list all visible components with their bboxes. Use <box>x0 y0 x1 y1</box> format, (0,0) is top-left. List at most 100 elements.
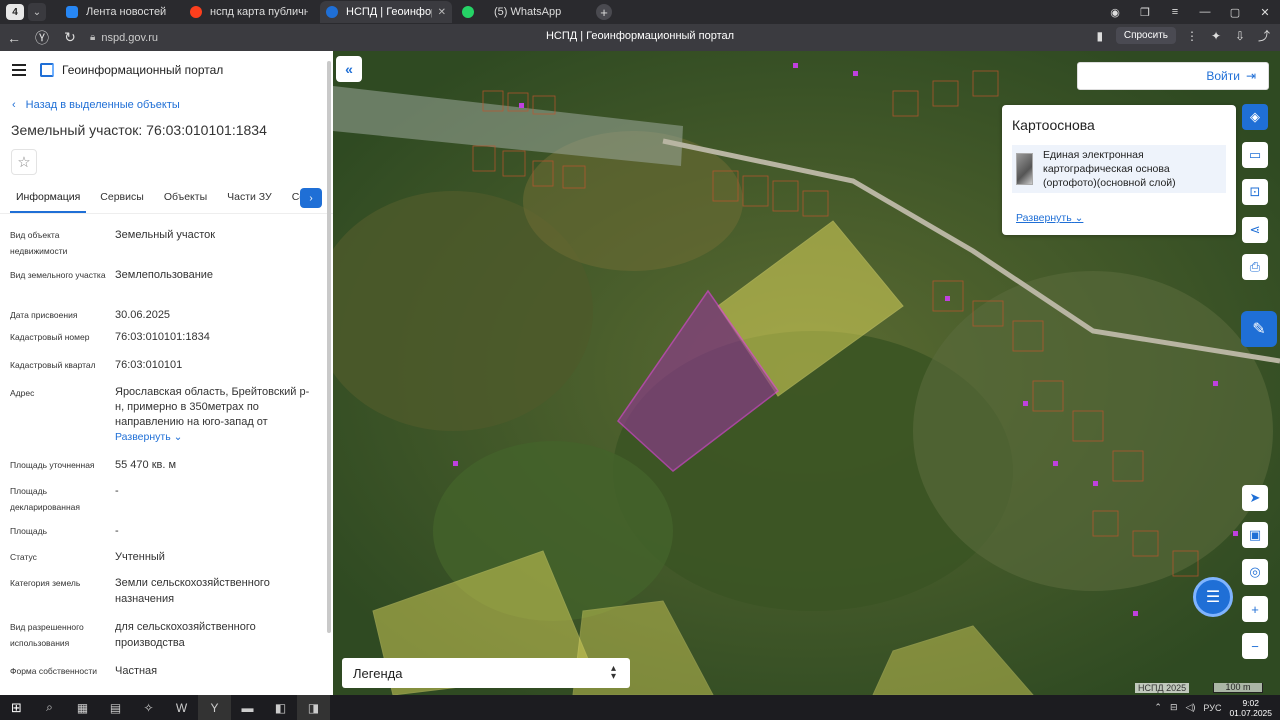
object-info-panel: Геоинформационный портал ‹ Назад в выдел… <box>0 51 333 695</box>
legend-selector[interactable]: Легенда ▴ ▾ <box>342 658 630 688</box>
attr-row: Кадастровый номер 76:03:010101:1834 <box>10 331 210 343</box>
close-tab-icon[interactable]: ✕ <box>438 7 446 18</box>
login-icon: ⇥ <box>1245 69 1256 83</box>
basemap-panel: Картооснова Единая электронная картограф… <box>1002 105 1236 235</box>
tab-count-badge[interactable]: 4 <box>6 4 24 20</box>
app-icon[interactable]: ◨ <box>297 695 330 720</box>
app-icon[interactable]: ✧ <box>132 695 165 720</box>
address-expand-link[interactable]: Развернуть ⌄ <box>115 430 310 445</box>
basemap-title: Картооснова <box>1012 117 1095 133</box>
window-icon[interactable]: ▣ <box>1242 522 1268 548</box>
chevron-down-icon: ⌄ <box>1074 212 1084 224</box>
window-controls: ◉ ❐ ≡ — ▢ ✕ <box>1100 0 1280 24</box>
chevron-down-icon: ⌄ <box>173 431 183 443</box>
menu-icon[interactable]: ≡ <box>1160 6 1190 18</box>
geolocation-icon[interactable]: ◎ <box>1242 559 1268 585</box>
tab-parts[interactable]: Части ЗУ <box>221 186 278 211</box>
chat-button[interactable]: ☰ <box>1193 577 1233 617</box>
back-arrow-icon[interactable]: ← <box>0 30 28 46</box>
feedback-icon[interactable]: ✎ <box>1241 311 1277 347</box>
collections-icon[interactable]: ❐ <box>1130 6 1160 19</box>
language-indicator[interactable]: РУС <box>1203 703 1221 713</box>
attr-row: Площадь декларированная - <box>10 485 119 512</box>
attr-row: Вид земельного участка Землепользование <box>10 269 214 281</box>
panel-scrollbar[interactable] <box>327 61 331 633</box>
folder-icon[interactable]: ▬ <box>231 695 264 720</box>
attr-row: Дата присвоения 30.06.2025 <box>10 309 171 321</box>
favorite-star-icon[interactable]: ☆ <box>11 149 37 175</box>
search-area-icon[interactable]: ⊡ <box>1242 179 1268 205</box>
profile-icon[interactable]: ◉ <box>1100 6 1130 19</box>
browser-tab-whatsapp[interactable]: (5) WhatsApp <box>456 1 586 23</box>
layers-icon[interactable]: ◈ <box>1242 104 1268 130</box>
system-tray: ⌃ ⊟ ◁) РУС 9:02 01.07.2025 <box>1154 695 1272 720</box>
hamburger-menu-icon[interactable] <box>12 64 26 76</box>
nspd-icon <box>326 6 338 18</box>
map-copyright: НСПД 2025 <box>1135 683 1190 693</box>
ruler-icon[interactable]: ▭ <box>1242 142 1268 168</box>
address-bar: ← Ⓨ ↻ 🔒︎ nspd.gov.ru НСПД | Геоинформаци… <box>0 24 1280 51</box>
zoom-out-icon[interactable]: − <box>1242 633 1268 659</box>
locate-icon[interactable]: ➤ <box>1242 485 1268 511</box>
attr-row-address: Адрес Ярославская область, Брейтовский р… <box>10 386 310 445</box>
network-icon[interactable]: ⊟ <box>1170 702 1178 713</box>
tabs-scroll-right-icon[interactable]: › <box>300 188 322 208</box>
chevron-left-icon: ‹ <box>12 99 16 111</box>
yandex-icon <box>190 6 202 18</box>
chevron-down-icon[interactable]: ⌄ <box>28 3 46 21</box>
lock-icon: 🔒︎ <box>90 32 96 43</box>
basemap-thumbnail <box>1016 153 1033 185</box>
zoom-in-icon[interactable]: + <box>1242 596 1268 622</box>
page-title-text: НСПД | Геоинформационный портал <box>545 30 735 42</box>
attr-row: Кадастровый квартал 76:03:010101 <box>10 359 183 371</box>
volume-icon[interactable]: ◁) <box>1186 702 1196 713</box>
tray-chevron-icon[interactable]: ⌃ <box>1154 702 1162 713</box>
browser-tab-nspd[interactable]: НСПД | Геоинформацио ✕ <box>320 1 452 23</box>
reload-icon[interactable]: ↻ <box>56 29 84 46</box>
attr-row: Вид разрешенного использования для сельс… <box>10 621 256 649</box>
extensions-icon[interactable]: ✦ <box>1208 29 1224 43</box>
login-button[interactable]: Войти ⇥ <box>1077 62 1269 90</box>
yandex-browser-icon[interactable]: Y <box>198 695 231 720</box>
browser-tab-yandex[interactable]: нспд карта публичная кад <box>184 1 314 23</box>
attr-row: Вид объекта недвижимости Земельный участ… <box>10 229 216 256</box>
share-icon[interactable]: ⤴ <box>1256 27 1272 44</box>
map-scale: 100 m <box>1213 683 1263 693</box>
attribute-list: Вид объекта недвижимости Земельный участ… <box>0 223 333 685</box>
tab-objects[interactable]: Объекты <box>158 186 213 211</box>
attr-row: Статус Учтенный <box>10 551 165 563</box>
whatsapp-icon <box>462 6 474 18</box>
windows-start-icon[interactable]: ⊞ <box>0 695 33 720</box>
word-icon[interactable]: W <box>165 695 198 720</box>
basemap-layer-item[interactable]: Единая электронная картографическая осно… <box>1012 145 1226 193</box>
info-tabs: Информация Сервисы Объекты Части ЗУ Сост… <box>0 186 333 214</box>
bookmark-icon[interactable]: ▮ <box>1092 29 1108 43</box>
minimize-icon[interactable]: — <box>1190 6 1220 18</box>
close-window-icon[interactable]: ✕ <box>1250 6 1280 19</box>
collapse-panel-button[interactable]: « <box>336 56 362 82</box>
url-text[interactable]: nspd.gov.ru <box>101 32 158 44</box>
maximize-icon[interactable]: ▢ <box>1220 6 1250 19</box>
print-icon[interactable]: ⎙ <box>1242 254 1268 280</box>
share-icon[interactable]: ⋖ <box>1242 217 1268 243</box>
tab-information[interactable]: Информация <box>10 186 87 213</box>
attr-row: Форма собственности Частная <box>10 665 158 677</box>
more-icon[interactable]: ⋮ <box>1184 29 1200 43</box>
tab-services[interactable]: Сервисы <box>94 186 150 211</box>
yandex-home-icon[interactable]: Ⓨ <box>28 28 56 48</box>
search-icon[interactable]: ⌕ <box>33 695 66 720</box>
clock[interactable]: 9:02 01.07.2025 <box>1229 698 1272 718</box>
back-to-selected-link[interactable]: ‹ Назад в выделенные объекты <box>0 99 333 111</box>
attr-row: Площадь уточненная 55 470 кв. м <box>10 459 177 471</box>
basemap-expand-link[interactable]: Развернуть ⌄ <box>1016 212 1083 224</box>
browser-tab-vk[interactable]: Лента новостей <box>60 1 180 23</box>
app-icon[interactable]: ▤ <box>99 695 132 720</box>
os-taskbar: ⊞ ⌕ ▦ ▤ ✧ W Y ▬ ◧ ◨ ⌃ ⊟ ◁) РУС 9:02 01.0… <box>0 695 1280 720</box>
ask-button[interactable]: Спросить <box>1115 27 1176 44</box>
new-tab-button[interactable]: + <box>596 4 612 20</box>
downloads-icon[interactable]: ⇩ <box>1232 29 1248 43</box>
map-view[interactable]: « Войти ⇥ Картооснова Единая электронная… <box>333 51 1280 695</box>
app-icon[interactable]: ◧ <box>264 695 297 720</box>
calculator-icon[interactable]: ▦ <box>66 695 99 720</box>
browser-tab-bar: 4 ⌄ Лента новостей нспд карта публичная … <box>0 0 1280 24</box>
